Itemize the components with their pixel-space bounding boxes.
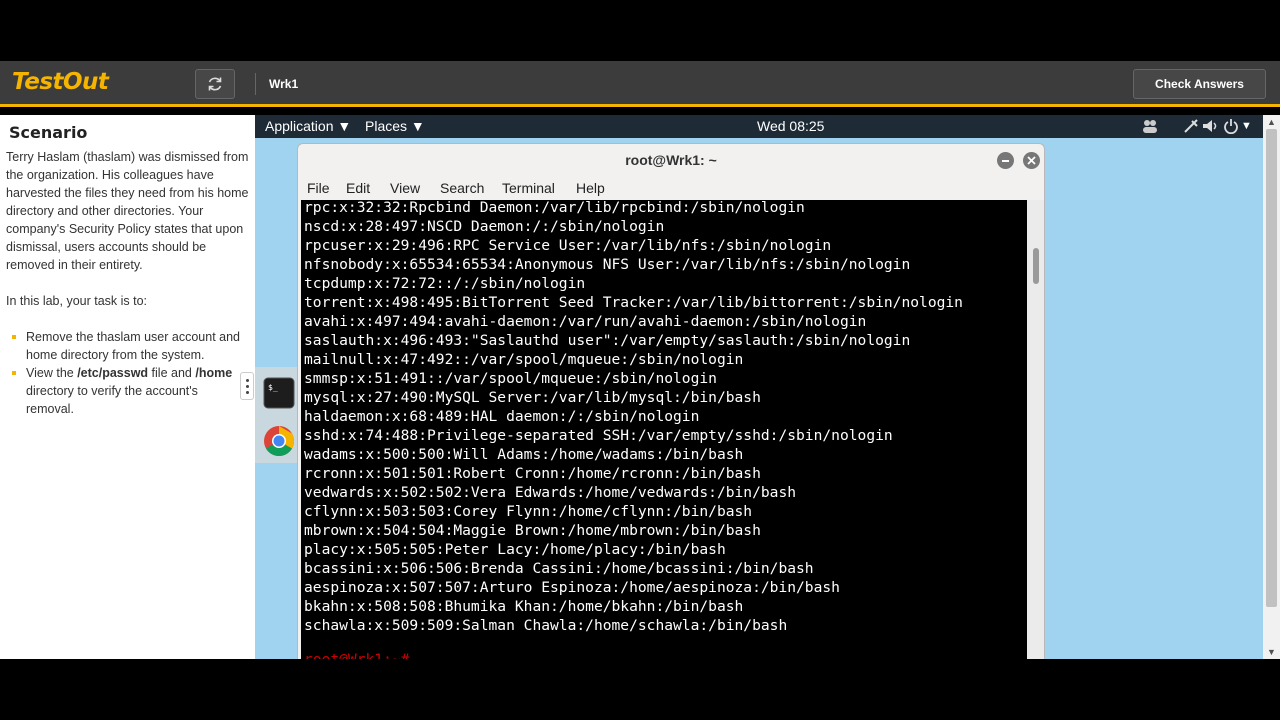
- terminal-line: avahi:x:497:494:avahi-daemon:/var/run/av…: [304, 313, 867, 330]
- terminal-line: bcassini:x:506:506:Brenda Cassini:/home/…: [304, 560, 814, 577]
- refresh-icon: [208, 77, 222, 91]
- terminal-line: vedwards:x:502:502:Vera Edwards:/home/ve…: [304, 484, 797, 501]
- testout-toolbar: TestOut Wrk1 Check Answers: [0, 61, 1280, 107]
- terminal-output[interactable]: rpc:x:32:32:Rpcbind Daemon:/var/lib/rpcb…: [301, 200, 1027, 659]
- terminal-icon[interactable]: $_: [263, 377, 295, 409]
- menu-terminal[interactable]: Terminal: [502, 180, 555, 196]
- terminal-line: aespinoza:x:507:507:Arturo Espinoza:/hom…: [304, 579, 840, 596]
- terminal-line: mbrown:x:504:504:Maggie Brown:/home/mbro…: [304, 522, 761, 539]
- menu-edit[interactable]: Edit: [346, 180, 370, 196]
- terminal-line: cflynn:x:503:503:Corey Flynn:/home/cflyn…: [304, 503, 753, 520]
- task-text: View the: [26, 366, 78, 380]
- menu-search[interactable]: Search: [440, 180, 484, 196]
- power-icon[interactable]: [1223, 118, 1239, 134]
- refresh-button[interactable]: [195, 69, 235, 99]
- close-icon: [1027, 156, 1036, 165]
- terminal-menubar: File Edit View Search Terminal Help: [298, 176, 1044, 200]
- terminal-line: smmsp:x:51:491::/var/spool/mqueue:/sbin/…: [304, 370, 717, 387]
- menu-view[interactable]: View: [390, 180, 420, 196]
- terminal-line: tcpdump:x:72:72::/:/sbin/nologin: [304, 275, 586, 292]
- task-text: directory to verify the account's remova…: [26, 384, 198, 416]
- terminal-line: rpcuser:x:29:496:RPC Service User:/var/l…: [304, 237, 832, 254]
- toolbar-divider: [255, 73, 256, 95]
- testout-logo: TestOut: [12, 69, 109, 95]
- menu-help[interactable]: Help: [576, 180, 605, 196]
- terminal-scroll-thumb[interactable]: [1033, 248, 1039, 284]
- window-title[interactable]: root@Wrk1: ~: [298, 144, 1044, 176]
- shell-prompt: root@Wrk1:~#: [304, 650, 409, 659]
- terminal-line: schawla:x:509:509:Salman Chawla:/home/sc…: [304, 617, 788, 634]
- terminal-line: mysql:x:27:490:MySQL Server:/var/lib/mys…: [304, 389, 761, 406]
- terminal-line: sshd:x:74:488:Privilege-separated SSH:/v…: [304, 427, 893, 444]
- scenario-panel: Scenario Terry Haslam (thaslam) was dism…: [0, 115, 255, 659]
- terminal-scrollbar[interactable]: [1027, 200, 1044, 659]
- terminal-lines: rpc:x:32:32:Rpcbind Daemon:/var/lib/rpcb…: [304, 200, 963, 635]
- terminal-line: saslauth:x:496:493:"Saslauthd user":/var…: [304, 332, 911, 349]
- terminal-line: placy:x:505:505:Peter Lacy:/home/placy:/…: [304, 541, 726, 558]
- terminal-line: bkahn:x:508:508:Bhumika Khan:/home/bkahn…: [304, 598, 744, 615]
- terminal-window[interactable]: root@Wrk1: ~ File Edit View Search Termi…: [297, 143, 1045, 659]
- gnome-top-panel: Application ▼ Places ▼ Wed 08:25 ▼: [255, 115, 1263, 138]
- scenario-description: Terry Haslam (thaslam) was dismissed fro…: [6, 150, 249, 272]
- users-icon[interactable]: [1141, 118, 1159, 134]
- terminal-line: mailnull:x:47:492::/var/spool/mqueue:/sb…: [304, 351, 744, 368]
- task-item: Remove the thaslam user account and home…: [12, 328, 249, 364]
- chrome-icon[interactable]: [263, 425, 295, 457]
- applications-menu[interactable]: Application ▼: [265, 118, 351, 134]
- machine-name: Wrk1: [269, 77, 299, 91]
- scroll-down-icon[interactable]: ▼: [1263, 645, 1280, 659]
- terminal-line: wadams:x:500:500:Will Adams:/home/wadams…: [304, 446, 744, 463]
- page-scroll-thumb[interactable]: [1266, 129, 1277, 607]
- clock[interactable]: Wed 08:25: [757, 118, 824, 134]
- scenario-title: Scenario: [9, 123, 88, 142]
- terminal-line: nscd:x:28:497:NSCD Daemon:/:/sbin/nologi…: [304, 218, 665, 235]
- svg-text:$_: $_: [268, 383, 278, 392]
- task-list: Remove the thaslam user account and home…: [6, 328, 249, 418]
- dock: $_: [255, 367, 297, 463]
- network-icon[interactable]: [1183, 118, 1199, 134]
- page-scrollbar[interactable]: ▲ ▼: [1263, 115, 1280, 659]
- terminal-line: rcronn:x:501:501:Robert Cronn:/home/rcro…: [304, 465, 761, 482]
- task-text: file and: [148, 366, 196, 380]
- terminal-line: nfsnobody:x:65534:65534:Anonymous NFS Us…: [304, 256, 911, 273]
- vm-desktop[interactable]: Application ▼ Places ▼ Wed 08:25 ▼ $_ ro…: [255, 115, 1263, 659]
- terminal-line: haldaemon:x:68:489:HAL daemon:/:/sbin/no…: [304, 408, 700, 425]
- chevron-down-icon[interactable]: ▼: [1241, 120, 1252, 132]
- check-answers-button[interactable]: Check Answers: [1133, 69, 1266, 99]
- task-item: View the /etc/passwd file and /home dire…: [12, 364, 249, 418]
- task-path: /home: [195, 366, 233, 380]
- places-menu[interactable]: Places ▼: [365, 118, 425, 134]
- task-path: /etc/passwd: [77, 366, 149, 380]
- terminal-line: rpc:x:32:32:Rpcbind Daemon:/var/lib/rpcb…: [304, 200, 805, 216]
- minimize-icon: [1002, 160, 1009, 162]
- volume-icon[interactable]: [1202, 118, 1220, 134]
- panel-resize-handle[interactable]: [240, 372, 254, 400]
- terminal-line: torrent:x:498:495:BitTorrent Seed Tracke…: [304, 294, 963, 311]
- screen: TestOut Wrk1 Check Answers Scenario Terr…: [0, 0, 1280, 720]
- menu-file[interactable]: File: [307, 180, 330, 196]
- minimize-button[interactable]: [997, 152, 1014, 169]
- scroll-up-icon[interactable]: ▲: [1263, 115, 1280, 129]
- task-intro: In this lab, your task is to:: [6, 294, 148, 308]
- close-button[interactable]: [1023, 152, 1040, 169]
